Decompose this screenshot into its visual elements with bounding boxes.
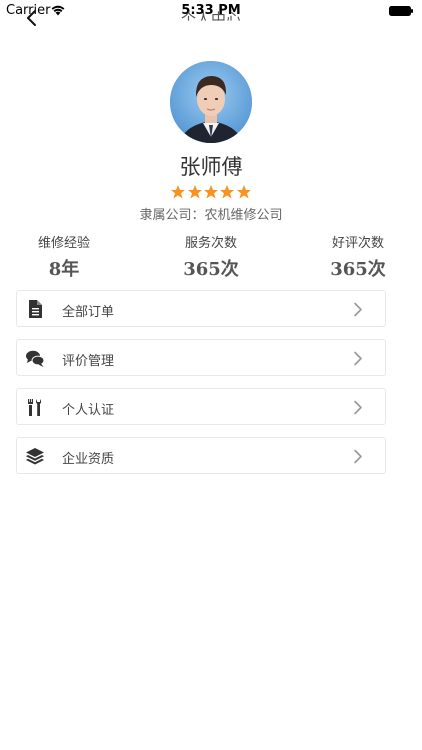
star-icon bbox=[204, 185, 218, 199]
tools-icon bbox=[28, 399, 42, 416]
star-icon bbox=[188, 185, 202, 199]
stat-label: 好评次数 bbox=[331, 236, 384, 251]
company-name: 农机维修公司 bbox=[204, 208, 283, 223]
stat-label: 维修经验 bbox=[37, 236, 90, 251]
chevron-right-icon bbox=[354, 351, 362, 366]
chevron-right-icon bbox=[354, 400, 362, 415]
star-icon bbox=[220, 185, 234, 199]
menu-item-label: 全部订单 bbox=[62, 305, 115, 320]
chevron-right-icon bbox=[354, 449, 362, 464]
menu-item-label: 企业资质 bbox=[62, 452, 115, 467]
company-line: 隶属公司：农机维修公司 bbox=[0, 204, 422, 223]
menu-item-personal-certification[interactable]: 个人认证 bbox=[16, 388, 386, 425]
stat-value: 365次 bbox=[330, 259, 386, 280]
stat-label: 服务次数 bbox=[184, 236, 237, 251]
stat-good-reviews: 好评次数 365次 bbox=[310, 232, 406, 281]
user-name: 张师傅 bbox=[179, 155, 243, 179]
stat-experience: 维修经验 8年 bbox=[16, 232, 112, 281]
rating-stars bbox=[171, 185, 251, 199]
menu-item-label: 评价管理 bbox=[62, 354, 115, 369]
avatar-portrait-image bbox=[170, 61, 252, 143]
page-title: 个人中心 bbox=[180, 10, 241, 28]
menu-item-enterprise-qualification[interactable]: 企业资质 bbox=[16, 437, 386, 474]
star-icon bbox=[237, 185, 251, 199]
stat-value: 365次 bbox=[183, 259, 239, 280]
stat-value: 8年 bbox=[48, 259, 80, 280]
stat-service-count: 服务次数 365次 bbox=[163, 232, 259, 281]
document-icon bbox=[29, 300, 42, 318]
star-icon bbox=[171, 185, 185, 199]
layers-icon bbox=[26, 448, 44, 465]
chevron-right-icon bbox=[354, 302, 362, 317]
company-label: 隶属公司： bbox=[139, 208, 205, 223]
menu-item-label: 个人认证 bbox=[62, 403, 115, 418]
menu-item-all-orders[interactable]: 全部订单 bbox=[16, 290, 386, 327]
avatar[interactable] bbox=[170, 61, 252, 143]
comments-icon bbox=[26, 350, 45, 367]
menu-item-review-management[interactable]: 评价管理 bbox=[16, 339, 386, 376]
